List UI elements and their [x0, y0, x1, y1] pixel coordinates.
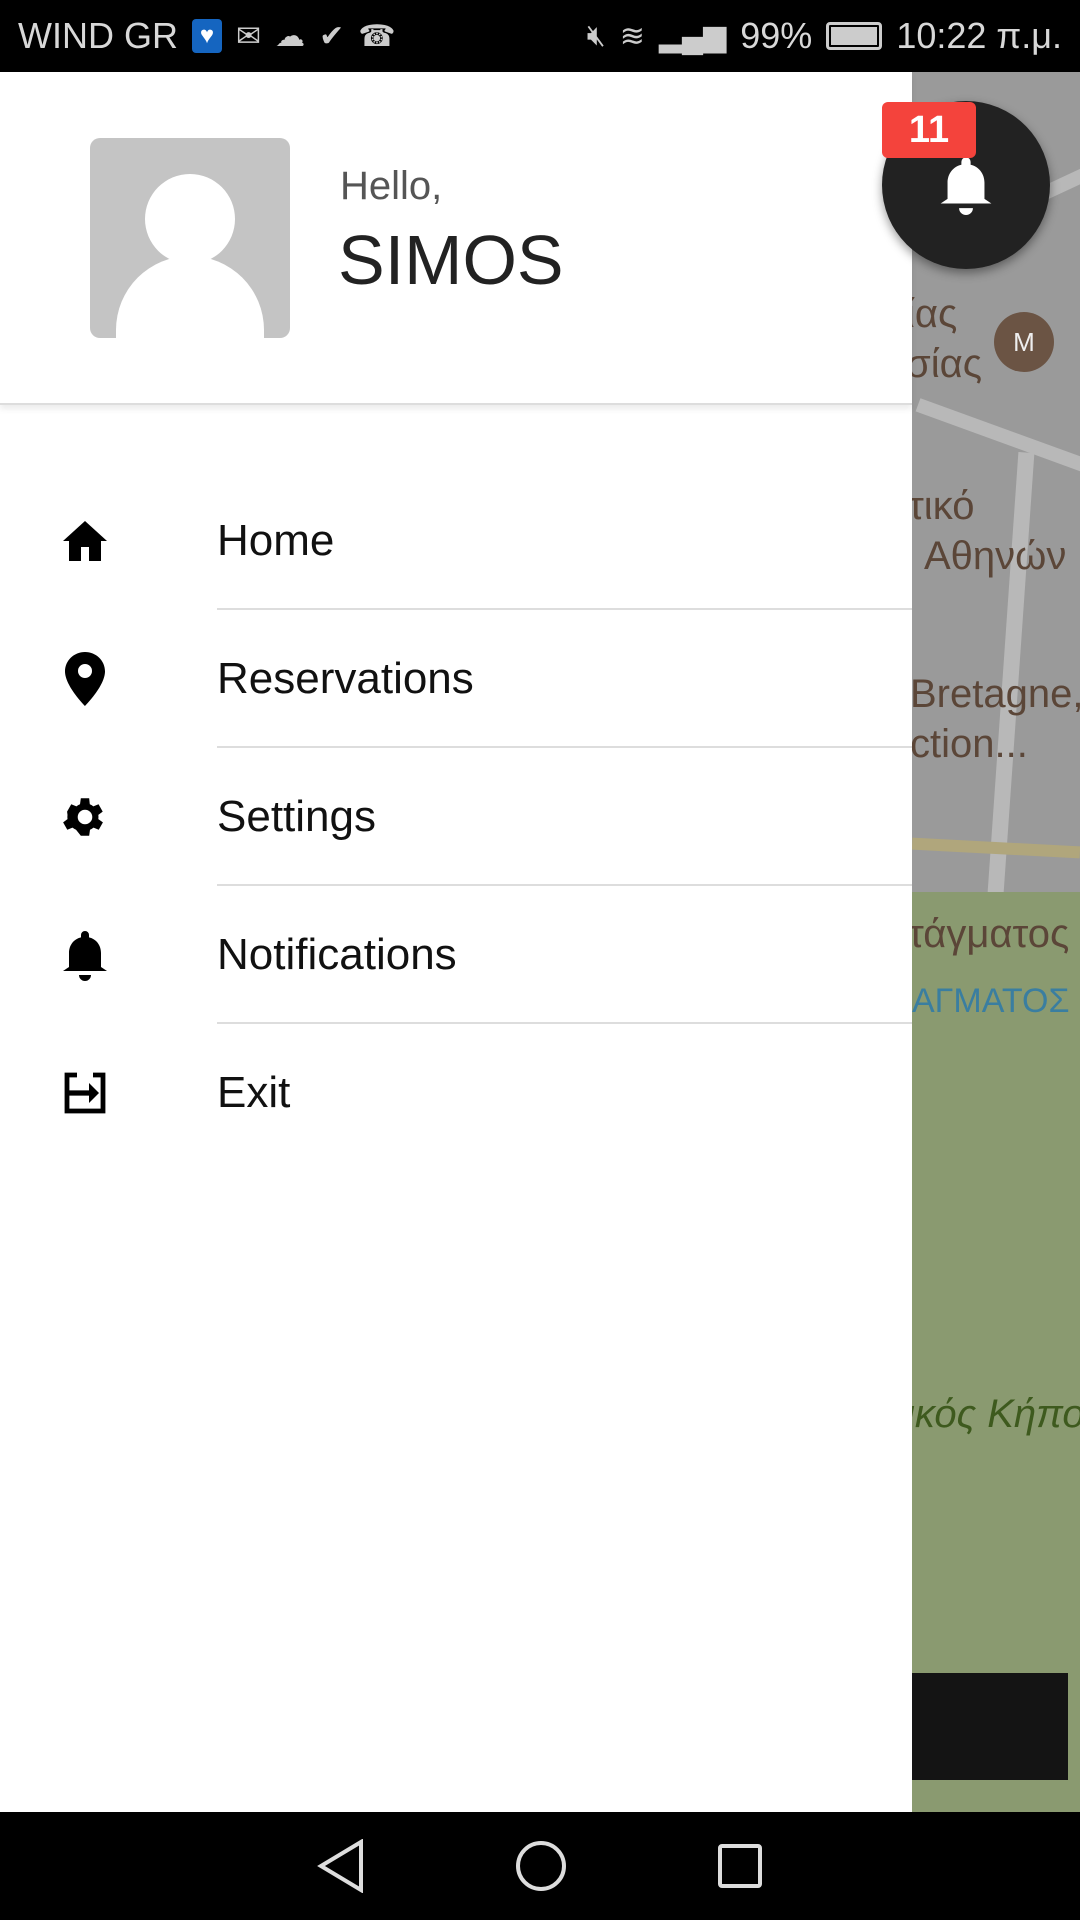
- bell-icon: [0, 929, 170, 981]
- bottom-panel[interactable]: [912, 1673, 1068, 1780]
- gear-icon: [0, 792, 170, 842]
- map-label: ΑΓΜΑΤΟΣ: [912, 982, 1070, 1020]
- menu-item-reservations[interactable]: Reservations: [0, 610, 912, 748]
- menu-item-home[interactable]: Home: [0, 472, 912, 610]
- avatar[interactable]: [90, 138, 290, 338]
- health-app-icon: ♥: [191, 19, 222, 53]
- greeting: Hello,: [340, 164, 443, 208]
- status-bar: WIND GR ♥ ✉ ☁ ✔ ☎ 🔇︎ ≋ ▂▄▆ 99% 10:22 π.μ…: [0, 0, 1080, 72]
- map-label: ικός Κήπο: [912, 1392, 1080, 1436]
- museum-icon[interactable]: M: [994, 312, 1054, 372]
- menu-label: Settings: [217, 792, 376, 841]
- map-label: τάγματος: [912, 912, 1070, 956]
- map-label: τικό: [912, 484, 975, 528]
- username: SIMOS: [338, 221, 564, 299]
- map-background[interactable]: M ίας σίας τικό Αθηνών Bretagne, ction..…: [912, 72, 1080, 1812]
- battery-percent: 99%: [740, 15, 813, 56]
- wifi-icon: ≋: [619, 19, 645, 53]
- back-icon[interactable]: [317, 1839, 365, 1893]
- notification-count-badge: 11: [882, 102, 976, 158]
- system-nav-bar: [0, 1812, 1080, 1920]
- home-circle-icon[interactable]: [515, 1840, 567, 1892]
- map-label: ction...: [912, 722, 1028, 766]
- check-icon: ✔: [319, 19, 345, 53]
- cloud-icon: ☁: [275, 19, 306, 53]
- menu-label: Exit: [217, 1068, 291, 1117]
- location-pin-icon: [0, 652, 170, 706]
- gmail-icon: ✉: [235, 19, 262, 53]
- map-label: Bretagne,: [912, 672, 1080, 716]
- menu-item-notifications[interactable]: Notifications: [0, 886, 912, 1024]
- carrier-label: WIND GR: [18, 15, 178, 56]
- missed-call-icon: ☎: [358, 19, 396, 53]
- navigation-drawer: Hello, SIMOS Home Reservations Settings …: [0, 72, 912, 1812]
- signal-icon: ▂▄▆: [658, 19, 727, 53]
- recents-icon[interactable]: [717, 1843, 763, 1889]
- drawer-header: Hello, SIMOS: [0, 72, 912, 405]
- map-label: ίας: [912, 292, 958, 336]
- menu-label: Notifications: [217, 930, 457, 979]
- map-label: σίας: [912, 342, 982, 386]
- battery-icon: [826, 22, 883, 50]
- bell-icon: [940, 157, 992, 215]
- menu-label: Home: [217, 516, 335, 565]
- home-icon: [0, 519, 170, 563]
- exit-icon: [0, 1069, 170, 1117]
- menu-item-exit[interactable]: Exit: [0, 1024, 912, 1162]
- map-label: Αθηνών: [924, 534, 1067, 578]
- mute-icon: 🔇︎: [586, 19, 606, 52]
- menu-item-settings[interactable]: Settings: [0, 748, 912, 886]
- clock: 10:22 π.μ.: [896, 15, 1062, 56]
- menu-label: Reservations: [217, 654, 474, 703]
